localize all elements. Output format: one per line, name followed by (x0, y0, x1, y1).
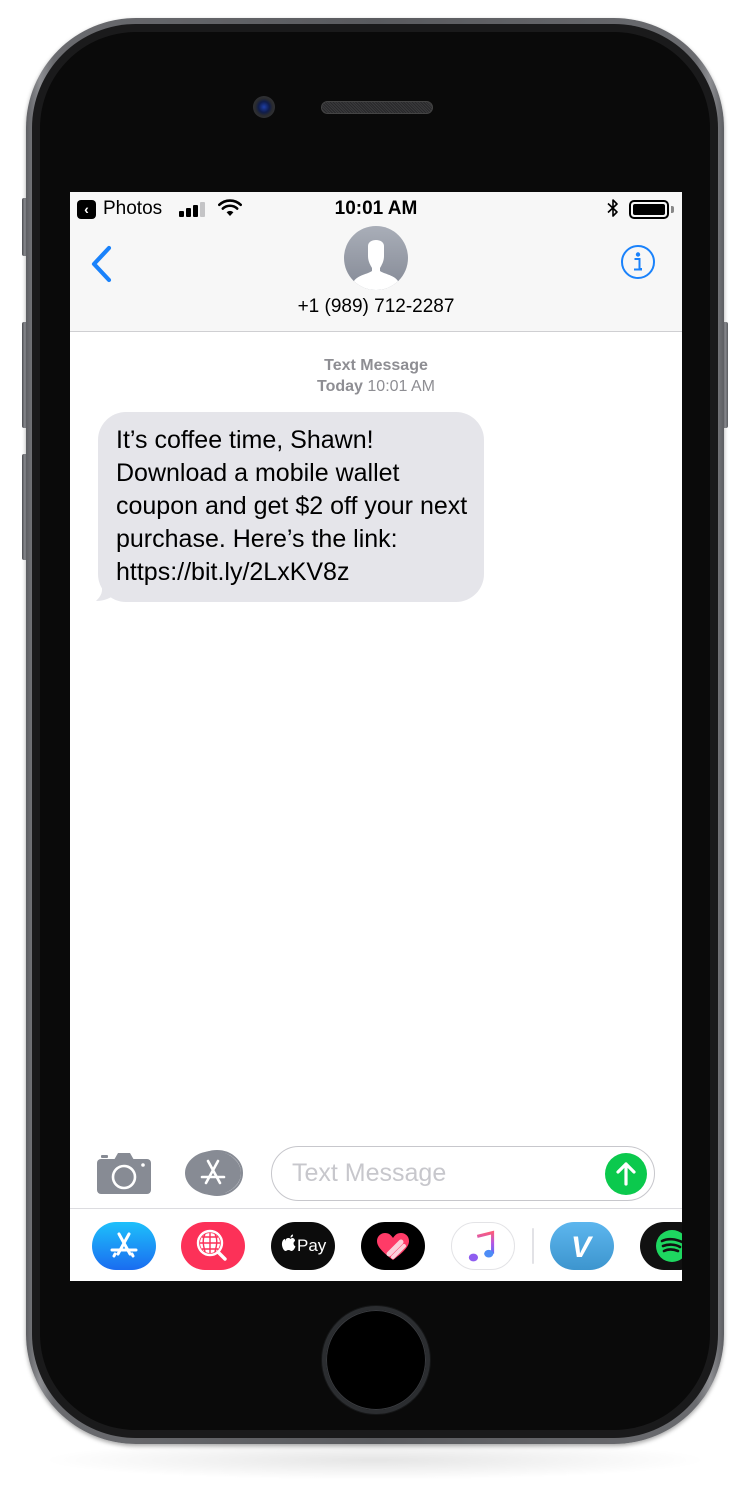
app-drawer-images-search[interactable] (181, 1222, 245, 1270)
apple-pay-label: Pay (297, 1236, 327, 1255)
spotify-icon (656, 1230, 682, 1262)
earpiece-speaker (321, 101, 433, 114)
status-bar: ‹ Photos 10:01 AM (70, 192, 682, 226)
phone-shadow (40, 1440, 710, 1480)
status-time: 10:01 AM (334, 198, 418, 219)
app-drawer-venmo[interactable]: V (550, 1222, 614, 1270)
app-drawer-spotify[interactable] (640, 1222, 682, 1270)
venmo-icon: V (571, 1231, 594, 1264)
venmo-label: V (571, 1231, 594, 1264)
battery-tip (671, 206, 674, 213)
apple-pay-icon: Pay (281, 1234, 327, 1255)
message-meta: Text Message Today 10:01 AM (70, 355, 682, 397)
timestamp: Today 10:01 AM (70, 376, 682, 397)
time-label: 10:01 AM (367, 378, 435, 395)
music-note-icon (468, 1230, 495, 1262)
app-drawer-digital-touch[interactable] (361, 1222, 425, 1270)
chevron-left-icon[interactable] (88, 244, 114, 284)
service-label: Text Message (324, 357, 428, 374)
conversation-header: +1 (989) 712-2287 (70, 226, 682, 332)
contact-avatar[interactable] (344, 226, 408, 290)
message-input[interactable] (292, 1147, 592, 1199)
globe-search-icon (196, 1229, 227, 1261)
person-silhouette-icon (354, 240, 398, 290)
app-drawer-music[interactable] (451, 1222, 515, 1270)
app-drawer: Pay V (70, 1210, 682, 1281)
date-label: Today (317, 378, 363, 395)
home-button[interactable] (322, 1306, 430, 1414)
app-drawer-divider (532, 1228, 534, 1264)
app-store-icon[interactable] (184, 1150, 244, 1196)
battery-level (633, 204, 665, 215)
arrow-up-icon (616, 1162, 636, 1186)
app-drawer-app-store[interactable] (92, 1222, 156, 1270)
send-button[interactable] (605, 1153, 647, 1195)
battery-icon (629, 200, 669, 219)
message-bubble-incoming[interactable]: It’s coffee time, Shawn! Download a mobi… (98, 412, 484, 602)
message-input-field[interactable] (271, 1146, 655, 1201)
app-drawer-apple-pay[interactable]: Pay (271, 1222, 335, 1270)
message-composer (70, 1137, 682, 1209)
app-store-icon (110, 1232, 138, 1258)
front-camera (253, 96, 275, 118)
info-icon[interactable] (620, 244, 656, 280)
camera-icon[interactable] (97, 1152, 151, 1194)
contact-name[interactable]: +1 (989) 712-2287 (70, 296, 682, 318)
screen: ‹ Photos 10:01 AM +1 (989) 712-2287 Text… (70, 192, 682, 1281)
heart-touch-icon (377, 1233, 409, 1260)
bluetooth-icon (607, 199, 618, 217)
